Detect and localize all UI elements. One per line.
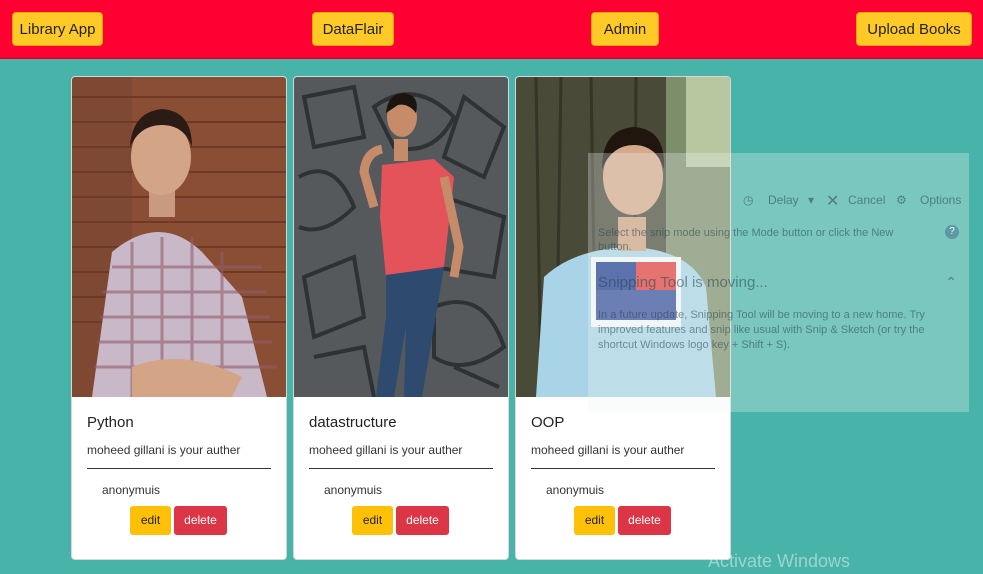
book-title: datastructure (309, 414, 397, 431)
book-author: anonymuis (324, 483, 383, 497)
edit-button[interactable]: edit (130, 506, 171, 535)
book-card-python: Python moheed gillani is your auther ano… (71, 76, 287, 560)
snipping-tool-window: ◷ Delay ▾ ✕ Cancel ⚙ Options Select the … (588, 153, 969, 412)
book-cover-image (72, 77, 286, 397)
snip-body: In a future update, Snipping Tool will b… (598, 309, 925, 351)
activate-windows-watermark: Activate Windows (708, 551, 851, 571)
delete-button[interactable]: delete (174, 506, 227, 535)
clock-icon: ◷ (743, 193, 754, 207)
edit-button[interactable]: edit (352, 506, 393, 535)
book-description: moheed gillani is your auther (309, 443, 463, 457)
book-card-datastructure: datastructure moheed gillani is your aut… (293, 76, 509, 560)
book-title: OOP (531, 414, 565, 431)
chevron-down-icon[interactable]: ▾ (808, 193, 814, 207)
cancel-button[interactable]: Cancel (848, 193, 885, 207)
delete-button[interactable]: delete (396, 506, 449, 535)
divider (531, 468, 715, 469)
help-icon[interactable]: ? (945, 225, 959, 239)
library-app-button[interactable]: Library App (12, 12, 103, 46)
delete-button[interactable]: delete (618, 506, 671, 535)
edit-button[interactable]: edit (574, 506, 615, 535)
chevron-up-icon[interactable]: ⌃ (945, 274, 957, 291)
divider (309, 468, 493, 469)
book-description: moheed gillani is your auther (87, 443, 241, 457)
options-button[interactable]: Options (920, 193, 961, 207)
dataflair-button[interactable]: DataFlair (312, 12, 394, 46)
book-title: Python (87, 414, 134, 431)
delay-button[interactable]: Delay (768, 193, 799, 207)
book-author: anonymuis (102, 483, 161, 497)
gear-icon: ⚙ (896, 193, 907, 207)
book-description: moheed gillani is your auther (531, 443, 685, 457)
snip-description: Select the snip mode using the Mode butt… (598, 227, 894, 253)
divider (87, 468, 271, 469)
snip-heading: Snipping Tool is moving... (598, 274, 768, 291)
upload-books-button[interactable]: Upload Books (856, 12, 972, 46)
close-icon[interactable]: ✕ (826, 191, 839, 211)
book-author: anonymuis (546, 483, 605, 497)
navbar: Library App DataFlair Admin Upload Books (0, 0, 983, 59)
admin-button[interactable]: Admin (591, 12, 659, 46)
snipping-toolbar: ◷ Delay ▾ ✕ Cancel ⚙ Options (588, 193, 969, 213)
book-cover-image (294, 77, 508, 397)
